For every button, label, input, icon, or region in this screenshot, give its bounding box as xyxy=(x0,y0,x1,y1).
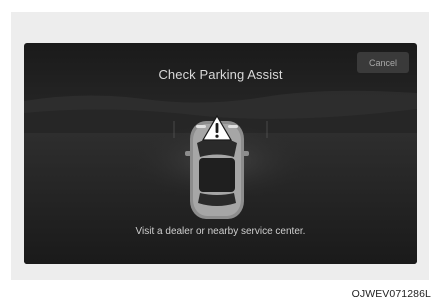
status-message: Visit a dealer or nearby service center. xyxy=(135,226,306,237)
cancel-button[interactable]: Cancel xyxy=(357,52,409,73)
manual-figure: Check Parking Assist Cancel Visit a deal… xyxy=(0,0,439,304)
display-screen: Check Parking Assist Cancel Visit a deal… xyxy=(24,43,417,264)
warning-triangle-icon xyxy=(201,114,233,141)
figure-code: OJWEV071286L xyxy=(351,288,431,300)
